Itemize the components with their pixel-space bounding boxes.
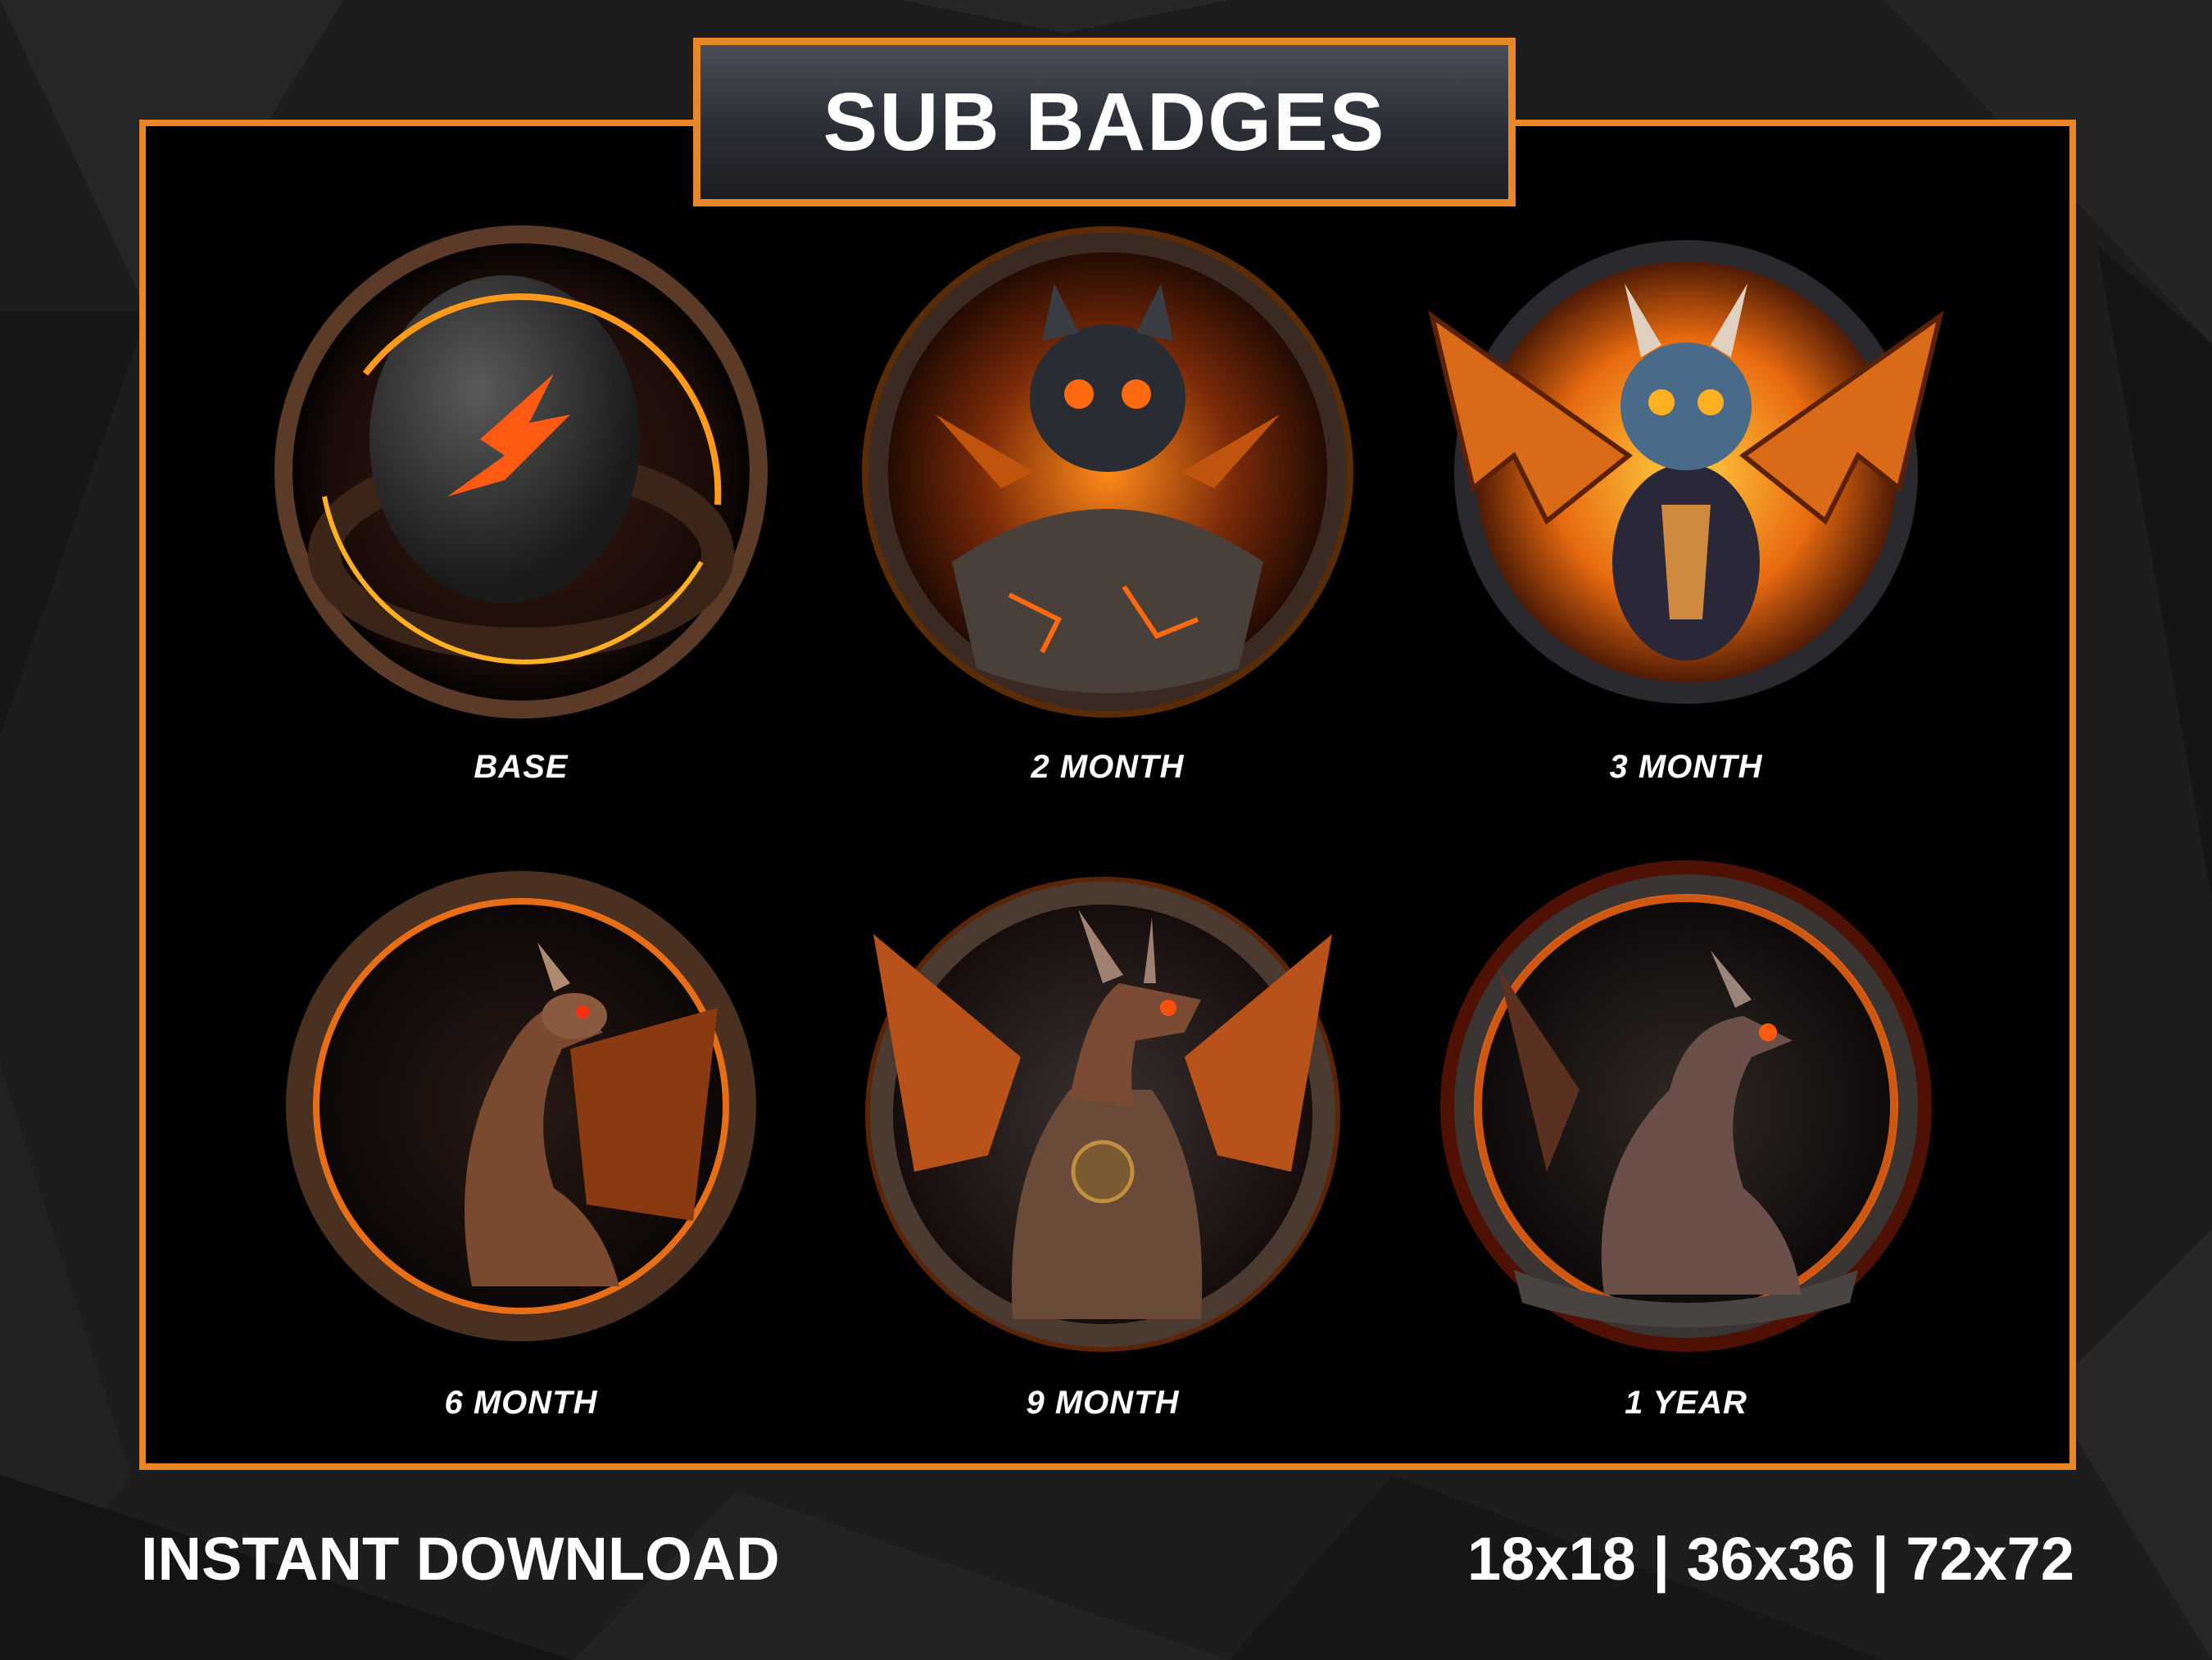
badge-3-month	[1424, 210, 1948, 734]
instant-download-text: INSTANT DOWNLOAD	[141, 1525, 780, 1593]
elder-dragon-icon	[1440, 860, 1932, 1352]
badge-label-2-month: 2 MONTH	[1031, 749, 1185, 785]
baby-dragon-wings-icon	[1428, 240, 1944, 704]
hatching-dragon-icon	[862, 226, 1353, 718]
badge-9-month	[841, 844, 1365, 1368]
badge-label-1-year: 1 YEAR	[1625, 1385, 1747, 1421]
young-dragon-icon	[286, 871, 756, 1341]
badge-1-year	[1424, 844, 1948, 1368]
badge-label-6-month: 6 MONTH	[444, 1385, 598, 1421]
badge-base	[259, 210, 783, 734]
adult-dragon-icon	[865, 877, 1340, 1352]
badge-label-9-month: 9 MONTH	[1026, 1385, 1180, 1421]
badge-label-3-month: 3 MONTH	[1609, 749, 1763, 785]
dragon-egg-icon	[274, 225, 768, 719]
badge-6-month	[259, 844, 783, 1368]
badge-sizes-text: 18x18 | 36x36 | 72x72	[1467, 1525, 2074, 1593]
badge-2-month	[845, 210, 1370, 734]
page-title: SUB BADGES	[823, 75, 1386, 168]
title-banner: SUB BADGES	[693, 38, 1516, 206]
badge-label-base: BASE	[474, 749, 569, 785]
